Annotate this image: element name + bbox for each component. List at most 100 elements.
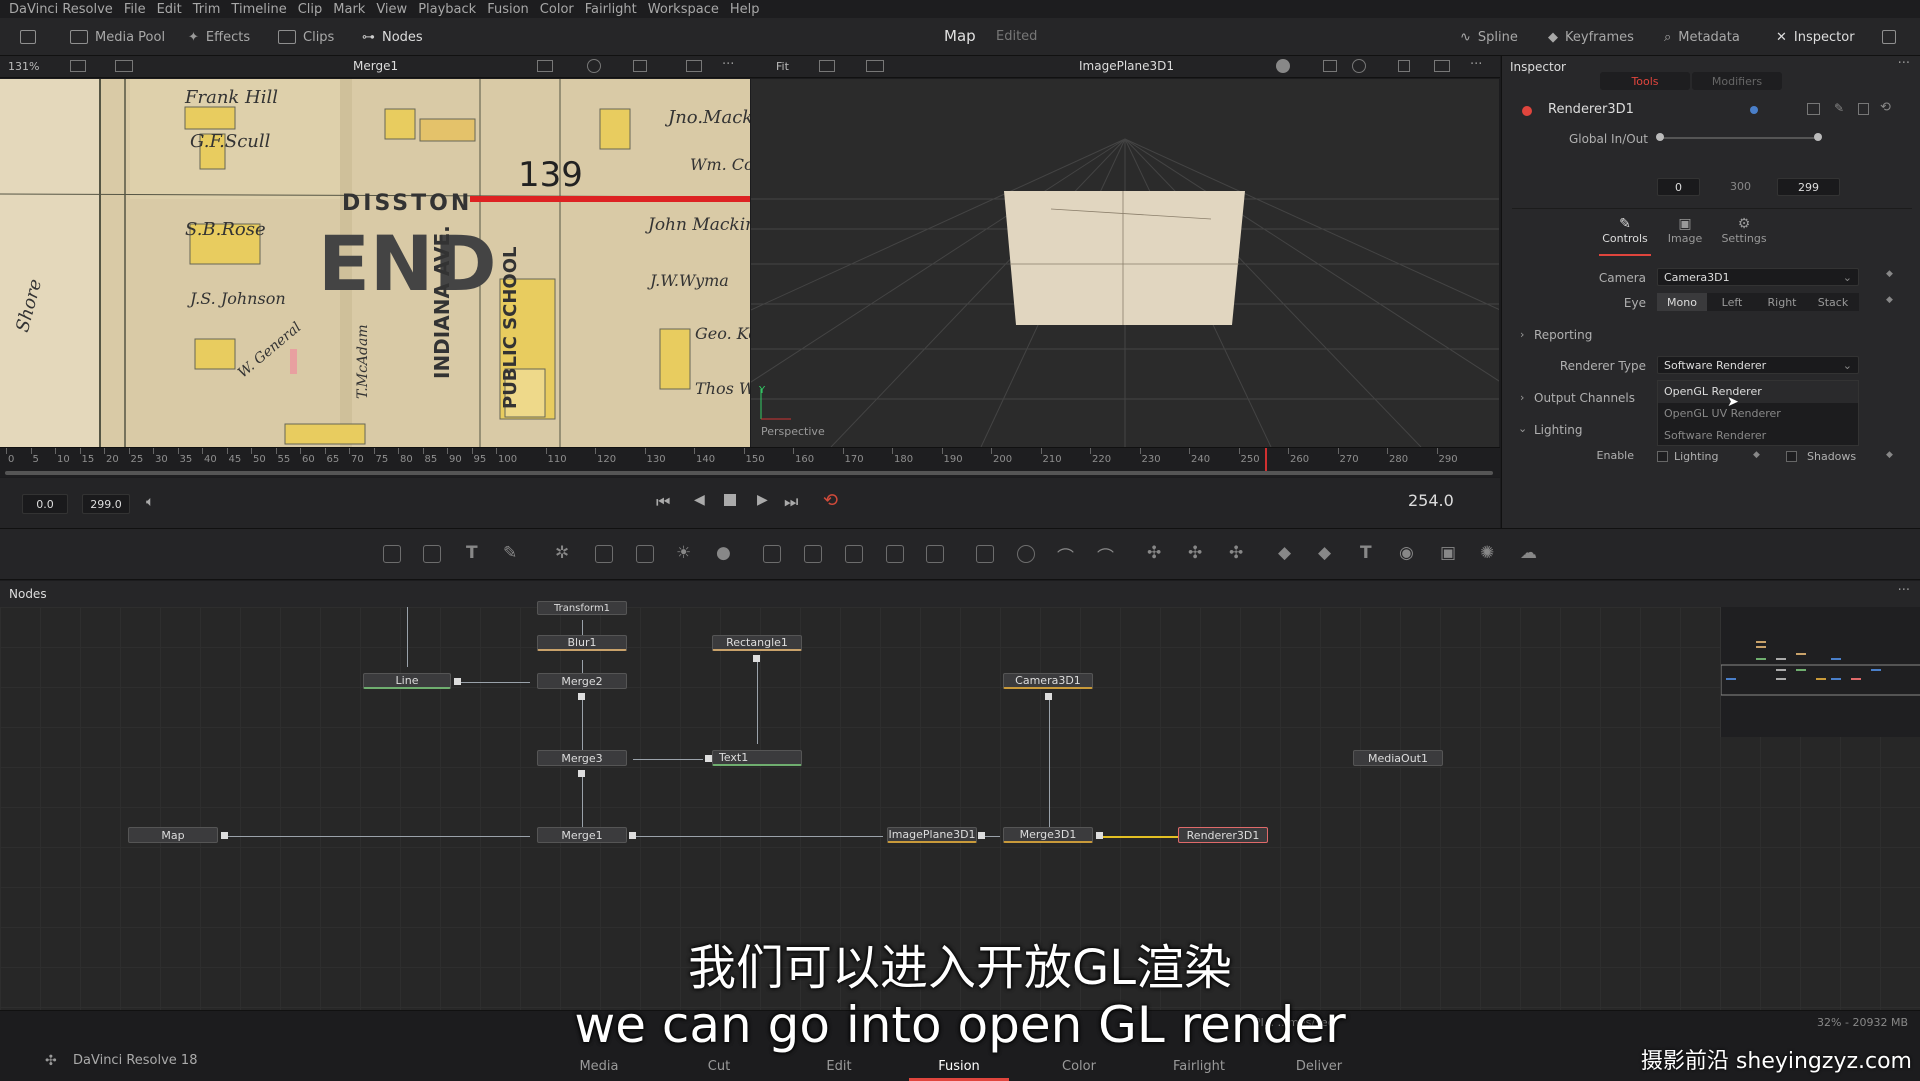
lighting-keyframe-icon[interactable]: ◆ bbox=[1753, 450, 1760, 460]
node-line[interactable]: Line bbox=[363, 673, 451, 689]
node-map[interactable]: Map bbox=[128, 827, 218, 843]
roi-icon[interactable] bbox=[537, 60, 553, 72]
rectangle-mask-icon[interactable] bbox=[976, 545, 994, 563]
eye-right[interactable]: Right bbox=[1757, 293, 1807, 311]
color-channel-icon[interactable] bbox=[587, 59, 601, 73]
camera-dropdown[interactable]: Camera3D1 ⌄ bbox=[1657, 268, 1859, 286]
media-pool-button[interactable]: Media Pool bbox=[70, 26, 165, 48]
time-ruler[interactable]: 0 5 10 15 20 25 30 35 40 45 50 55 60 65 70 75 80 85 90 95 10… bbox=[0, 447, 1500, 477]
nodes-button[interactable]: ⊶ Nodes bbox=[362, 26, 423, 48]
merge-tool-icon[interactable] bbox=[763, 545, 781, 563]
eye-mono[interactable]: Mono bbox=[1657, 293, 1707, 311]
output-channels-chevron-icon[interactable]: › bbox=[1520, 391, 1524, 404]
global-out-handle[interactable] bbox=[1814, 133, 1822, 141]
node-output-pin[interactable] bbox=[578, 693, 585, 700]
blur-tool-icon[interactable]: ● bbox=[716, 543, 731, 563]
eye-keyframe-icon[interactable]: ◆ bbox=[1886, 295, 1893, 305]
expand-button[interactable] bbox=[1882, 26, 1896, 48]
left-viewer[interactable]: Frank Hill G.F.Scull S.B.Rose J.S. Johns… bbox=[0, 79, 750, 447]
light-icon[interactable] bbox=[1352, 59, 1366, 73]
right-viewer-lut-icon[interactable] bbox=[866, 60, 884, 72]
shadows-keyframe-icon[interactable]: ◆ bbox=[1886, 450, 1893, 460]
node-merge3[interactable]: Merge3 bbox=[537, 750, 627, 766]
node-output-pin[interactable] bbox=[1096, 832, 1103, 839]
go-to-end-icon[interactable]: ⏭︎ bbox=[784, 492, 798, 512]
page-cut[interactable]: Cut bbox=[669, 1059, 769, 1074]
camera-keyframe-icon[interactable]: ◆ bbox=[1886, 269, 1893, 279]
reporting-section[interactable]: Reporting bbox=[1534, 328, 1592, 342]
node-transform[interactable]: Transform1 bbox=[537, 601, 627, 615]
global-in-handle[interactable] bbox=[1656, 133, 1664, 141]
fog3d-tool-icon[interactable]: ☁ bbox=[1520, 543, 1537, 563]
renderer3d-tool-icon[interactable]: ▣ bbox=[1440, 543, 1456, 563]
range-start-field[interactable]: 0.0 bbox=[22, 494, 68, 514]
tab-tools[interactable]: Tools bbox=[1600, 72, 1690, 90]
node-merge1[interactable]: Merge1 bbox=[537, 827, 627, 843]
matte-control-tool-icon[interactable] bbox=[845, 545, 863, 563]
play-forward-icon[interactable]: ▶ bbox=[757, 492, 768, 508]
page-color[interactable]: Color bbox=[1029, 1059, 1129, 1074]
bspline-mask-icon[interactable]: ⌒ bbox=[1097, 543, 1114, 568]
menu-file[interactable]: File bbox=[124, 2, 146, 17]
eye-left[interactable]: Left bbox=[1707, 293, 1757, 311]
time-slider[interactable] bbox=[5, 471, 1493, 475]
right-viewer-more-icon[interactable]: ··· bbox=[1470, 57, 1482, 72]
audio-icon[interactable]: 🔈︎ bbox=[146, 494, 154, 510]
channel-booleans-tool-icon[interactable] bbox=[804, 545, 822, 563]
current-frame[interactable]: 254.0 bbox=[1408, 491, 1454, 510]
inspector-more-icon[interactable]: ··· bbox=[1898, 56, 1910, 71]
zoom-dropdown[interactable]: 131% bbox=[8, 60, 39, 73]
metadata-button[interactable]: ⌕ Metadata bbox=[1664, 26, 1740, 48]
page-deliver[interactable]: Deliver bbox=[1269, 1059, 1369, 1074]
camera3d-tool-icon[interactable]: ◉ bbox=[1399, 543, 1414, 563]
option-software-renderer[interactable]: Software Renderer bbox=[1658, 425, 1858, 447]
right-safe-area-icon[interactable] bbox=[1434, 60, 1450, 72]
menu-playback[interactable]: Playback bbox=[418, 2, 476, 17]
node-camera[interactable]: Camera3D1 bbox=[1003, 673, 1093, 689]
menu-trim[interactable]: Trim bbox=[193, 2, 221, 17]
tracker-tool-icon[interactable]: ✣ bbox=[1147, 543, 1161, 563]
camera-tracker-icon[interactable]: ✣ bbox=[1229, 543, 1243, 563]
lock-icon[interactable] bbox=[1858, 103, 1869, 115]
option-opengl-renderer[interactable]: OpenGL Renderer bbox=[1658, 381, 1858, 403]
renderer-type-dropdown[interactable]: Software Renderer ⌄ bbox=[1657, 356, 1859, 374]
menu-timeline[interactable]: Timeline bbox=[231, 2, 286, 17]
global-range-slider[interactable] bbox=[1659, 137, 1819, 139]
polygon-mask-icon[interactable]: ⌒ bbox=[1057, 543, 1074, 568]
menu-app[interactable]: DaVinci Resolve bbox=[9, 2, 113, 17]
view-sphere-icon[interactable] bbox=[1276, 59, 1290, 73]
node-output-pin[interactable] bbox=[1045, 693, 1052, 700]
node-enable-icon[interactable] bbox=[1522, 106, 1532, 116]
stereo-icon[interactable] bbox=[1323, 60, 1337, 72]
menu-fusion[interactable]: Fusion bbox=[487, 2, 529, 17]
global-out-field[interactable]: 299 bbox=[1777, 178, 1840, 196]
effects-button[interactable]: ✦ Effects bbox=[188, 26, 250, 48]
menu-view[interactable]: View bbox=[376, 2, 407, 17]
page-media[interactable]: Media bbox=[549, 1059, 649, 1074]
grid-icon[interactable] bbox=[633, 60, 647, 72]
node-output-pin[interactable] bbox=[978, 832, 985, 839]
ellipse-mask-icon[interactable] bbox=[1017, 545, 1035, 563]
node-output-pin[interactable] bbox=[454, 678, 461, 685]
node-mediaout[interactable]: MediaOut1 bbox=[1353, 750, 1443, 766]
text3d-tool-icon[interactable]: T bbox=[1360, 543, 1372, 563]
transform-tool-icon[interactable] bbox=[926, 545, 944, 563]
node-output-pin[interactable] bbox=[221, 832, 228, 839]
resize-tool-icon[interactable] bbox=[886, 545, 904, 563]
light-tool-icon[interactable]: ✺ bbox=[1480, 543, 1494, 563]
text-tool-icon[interactable]: T bbox=[466, 543, 478, 563]
right-viewer-option-icon[interactable] bbox=[819, 60, 835, 72]
left-viewer-more-icon[interactable]: ··· bbox=[722, 57, 734, 72]
output-channels-section[interactable]: Output Channels bbox=[1534, 391, 1635, 405]
clips-button[interactable]: Clips bbox=[278, 26, 334, 48]
viewer-option-icon[interactable] bbox=[70, 60, 86, 72]
safe-area-icon[interactable] bbox=[686, 60, 702, 72]
shadow-icon[interactable] bbox=[1398, 60, 1410, 72]
merge3d-tool-icon[interactable]: ◆ bbox=[1318, 543, 1331, 563]
loop-icon[interactable]: ⟲ bbox=[823, 490, 838, 511]
planar-tracker-icon[interactable]: ✣ bbox=[1188, 543, 1202, 563]
node-output-pin[interactable] bbox=[705, 755, 712, 762]
color-corrector-tool-icon[interactable] bbox=[636, 545, 654, 563]
inspector-button[interactable]: ✕ Inspector bbox=[1776, 26, 1855, 48]
node-merge2[interactable]: Merge2 bbox=[537, 673, 627, 689]
